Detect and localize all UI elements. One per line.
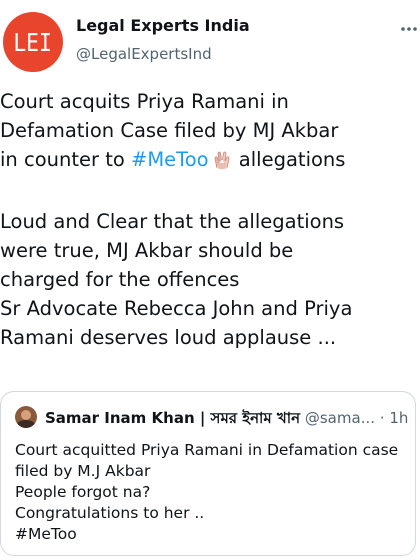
tweet-line-text: in counter to <box>0 148 131 171</box>
author-handle[interactable]: @LegalExpertsInd <box>76 45 212 63</box>
quoted-timestamp[interactable]: 1h <box>389 409 408 427</box>
avatar-logo-text: LEI <box>13 27 53 57</box>
raised-hands-emoji-icon <box>213 149 231 178</box>
tweet-line: Ramani deserves loud applause ... <box>0 326 337 349</box>
tweet-line: in counter to #MeToo allegations <box>0 145 416 178</box>
quoted-tweet-card[interactable]: Samar Inam Khan | সমর ইনাম খান @sama... … <box>0 391 416 556</box>
metoo-hashtag-link[interactable]: #MeToo <box>131 148 209 171</box>
tweet-line: charged for the offences <box>0 268 240 291</box>
quoted-hashtag: #MeToo <box>15 525 77 543</box>
tweet-text: Court acquits Priya Ramani in Defamation… <box>0 87 416 352</box>
tweet-line: were true, MJ Akbar should be <box>0 239 294 262</box>
quoted-author-name[interactable]: Samar Inam Khan | সমর ইনাম খান <box>45 409 300 427</box>
quoted-line: People forgot na? <box>15 483 151 501</box>
quoted-author-handle[interactable]: @sama... <box>305 409 375 427</box>
quoted-line: filed by M.J Akbar <box>15 462 151 480</box>
quoted-line: Congratulations to her .. <box>15 504 205 522</box>
author-avatar[interactable]: LEI <box>3 12 63 72</box>
quoted-tweet-text: Court acquitted Priya Ramani in Defamati… <box>15 440 398 545</box>
tweet-line: Sr Advocate Rebecca John and Priya <box>0 297 353 320</box>
tweet-line: Defamation Case filed by MJ Akbar <box>0 119 339 142</box>
tweet-line: Court acquits Priya Ramani in <box>0 90 289 113</box>
author-name[interactable]: Legal Experts India <box>76 16 250 35</box>
quoted-line: Court acquitted Priya Ramani in Defamati… <box>15 441 399 459</box>
separator-dot: · <box>379 409 385 427</box>
quoted-author-avatar[interactable] <box>15 406 37 428</box>
more-options-icon[interactable] <box>400 20 418 38</box>
quoted-tweet-header: Samar Inam Khan | সমর ইনাম খান @sama... … <box>45 407 413 432</box>
tweet-line-text: allegations <box>232 148 346 171</box>
tweet-line: Loud and Clear that the allegations <box>0 210 345 233</box>
